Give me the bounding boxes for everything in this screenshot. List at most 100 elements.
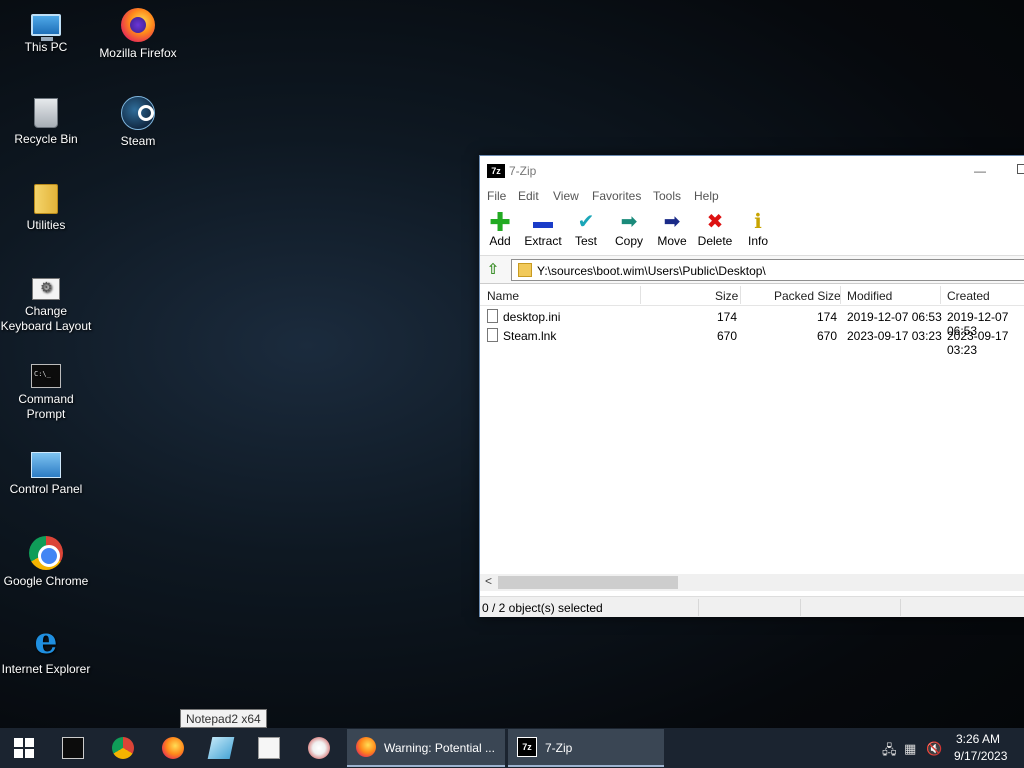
file-size: 670 bbox=[717, 329, 738, 343]
command-prompt-icon bbox=[62, 737, 84, 759]
taskbar-notepad2[interactable] bbox=[198, 728, 246, 768]
chrome-icon bbox=[112, 737, 134, 759]
taskbar-firefox[interactable] bbox=[150, 728, 198, 768]
desktop-icon-change-keyboard-layout[interactable]: Change Keyboard Layout bbox=[0, 272, 92, 334]
desktop-icon-label: This PC bbox=[24, 40, 68, 54]
selection-status: 0 / 2 object(s) selected bbox=[482, 601, 603, 615]
file-row[interactable]: Steam.lnk 670 670 2023-09-17 03:23 2023-… bbox=[480, 326, 1024, 357]
start-button[interactable] bbox=[0, 728, 48, 768]
menu-view[interactable]: View bbox=[553, 189, 579, 203]
file-name: desktop.ini bbox=[503, 310, 561, 324]
info-icon: ℹ bbox=[754, 211, 762, 233]
file-size: 174 bbox=[717, 310, 738, 324]
menu-help[interactable]: Help bbox=[694, 189, 719, 203]
desktop-icon-utilities[interactable]: Utilities bbox=[0, 184, 92, 233]
desktop-icon-recycle-bin[interactable]: Recycle Bin bbox=[0, 96, 92, 147]
folder-up-icon[interactable]: ⇧ bbox=[484, 261, 502, 279]
menu-tools[interactable]: Tools bbox=[653, 189, 681, 203]
status-divider bbox=[900, 599, 901, 616]
add-label: Add bbox=[489, 234, 511, 248]
taskbar: Warning: Potential ... 7z 7-Zip 🖧 ▦ 🔇 3:… bbox=[0, 728, 1024, 768]
desktop-icon-label: Command Prompt bbox=[18, 392, 74, 421]
desktop-icon-firefox[interactable]: Mozilla Firefox bbox=[92, 8, 184, 61]
plus-icon: ✚ bbox=[489, 207, 511, 237]
test-label: Test bbox=[574, 234, 597, 248]
desktop-icon-control-panel[interactable]: Control Panel bbox=[0, 448, 92, 497]
color-icon[interactable]: ▦ bbox=[904, 741, 916, 757]
notepad-icon bbox=[207, 737, 235, 759]
move-label: Move bbox=[657, 234, 687, 248]
status-divider bbox=[800, 599, 801, 616]
recycle-bin-icon bbox=[34, 98, 58, 128]
desktop-icon-internet-explorer[interactable]: e Internet Explorer bbox=[0, 620, 92, 677]
horizontal-scrollbar[interactable]: < bbox=[480, 574, 1024, 591]
desktop-icon-label: Utilities bbox=[26, 218, 66, 232]
column-name[interactable]: Name bbox=[487, 289, 519, 303]
windows-logo-icon bbox=[14, 738, 34, 758]
desktop-icon-google-chrome[interactable]: Google Chrome bbox=[0, 536, 92, 589]
taskbar-chart-app[interactable] bbox=[246, 728, 294, 768]
info-button[interactable]: ℹ Info bbox=[736, 210, 780, 248]
delete-label: Delete bbox=[697, 234, 733, 248]
taskbar-chrome[interactable] bbox=[100, 728, 148, 768]
folder-icon bbox=[34, 184, 58, 214]
info-label: Info bbox=[747, 234, 768, 248]
list-header: Name Size Packed Size Modified Created bbox=[480, 284, 1024, 306]
column-created[interactable]: Created bbox=[947, 289, 990, 303]
taskbar-button-7zip[interactable]: 7z 7-Zip bbox=[508, 729, 664, 767]
volume-muted-icon[interactable]: 🔇 bbox=[926, 741, 942, 757]
title-bar[interactable]: 7z 7-Zip — bbox=[480, 156, 1024, 186]
desktop-icon-this-pc[interactable]: This PC bbox=[0, 8, 92, 55]
command-prompt-icon bbox=[31, 364, 61, 388]
address-path: Y:\sources\boot.wim\Users\Public\Desktop… bbox=[537, 264, 766, 278]
network-icon[interactable]: 🖧 bbox=[882, 741, 897, 763]
scrollbar-thumb[interactable] bbox=[498, 576, 678, 589]
file-modified: 2019-12-07 06:53 bbox=[847, 310, 942, 324]
toolbar: ✚ Add ▬ Extract ✔ Test ➡ Copy ➡ Move ✖ D… bbox=[480, 206, 1024, 256]
move-button[interactable]: ➡ Move bbox=[650, 210, 694, 248]
taskbar-command-prompt[interactable] bbox=[50, 728, 98, 768]
maximize-button[interactable] bbox=[1017, 164, 1024, 174]
desktop-icon-label: Internet Explorer bbox=[1, 662, 91, 676]
desktop-icon-label: Control Panel bbox=[9, 482, 83, 496]
column-packed-size[interactable]: Packed Size bbox=[774, 289, 841, 303]
status-divider bbox=[698, 599, 699, 616]
7zip-window: 7z 7-Zip — File Edit View Favorites Tool… bbox=[479, 155, 1024, 617]
status-bar: 0 / 2 object(s) selected bbox=[480, 596, 1024, 617]
menu-edit[interactable]: Edit bbox=[518, 189, 539, 203]
add-button[interactable]: ✚ Add bbox=[478, 207, 522, 248]
menu-bar: File Edit View Favorites Tools Help bbox=[480, 186, 1024, 206]
column-size[interactable]: Size bbox=[715, 289, 738, 303]
internet-explorer-icon: e bbox=[34, 620, 58, 662]
extract-button[interactable]: ▬ Extract bbox=[521, 210, 565, 248]
address-field[interactable]: Y:\sources\boot.wim\Users\Public\Desktop… bbox=[511, 259, 1024, 281]
column-separator bbox=[840, 286, 841, 304]
desktop-icon-command-prompt[interactable]: Command Prompt bbox=[0, 360, 92, 422]
column-separator bbox=[740, 286, 741, 304]
menu-file[interactable]: File bbox=[487, 189, 506, 203]
clock-date[interactable]: 9/17/2023 bbox=[954, 749, 1007, 763]
ini-file-icon bbox=[487, 309, 498, 323]
taskbar-paint[interactable] bbox=[296, 728, 344, 768]
chart-icon bbox=[258, 737, 280, 759]
taskbar-button-firefox-warning[interactable]: Warning: Potential ... bbox=[347, 729, 505, 767]
column-modified[interactable]: Modified bbox=[847, 289, 892, 303]
menu-favorites[interactable]: Favorites bbox=[592, 189, 641, 203]
desktop-icon-steam[interactable]: Steam bbox=[92, 96, 184, 149]
desktop-icon-label: Change Keyboard Layout bbox=[0, 304, 92, 333]
paint-icon bbox=[308, 737, 330, 759]
delete-button[interactable]: ✖ Delete bbox=[693, 210, 737, 248]
file-row[interactable]: desktop.ini 174 174 2019-12-07 06:53 201… bbox=[480, 307, 1024, 338]
scroll-left-icon[interactable]: < bbox=[485, 574, 492, 588]
clock-time[interactable]: 3:26 AM bbox=[956, 732, 1000, 746]
address-bar: ⇧ Y:\sources\boot.wim\Users\Public\Deskt… bbox=[480, 256, 1024, 284]
taskbar-button-label: 7-Zip bbox=[545, 741, 573, 755]
system-tray: 🖧 ▦ 🔇 3:26 AM 9/17/2023 bbox=[876, 728, 1024, 768]
minimize-button[interactable]: — bbox=[974, 164, 986, 178]
check-icon: ✔ bbox=[577, 211, 595, 233]
control-panel-icon bbox=[31, 452, 61, 478]
firefox-icon bbox=[121, 8, 155, 42]
test-button[interactable]: ✔ Test bbox=[564, 210, 608, 248]
copy-button[interactable]: ➡ Copy bbox=[607, 210, 651, 248]
7zip-icon: 7z bbox=[517, 737, 537, 757]
